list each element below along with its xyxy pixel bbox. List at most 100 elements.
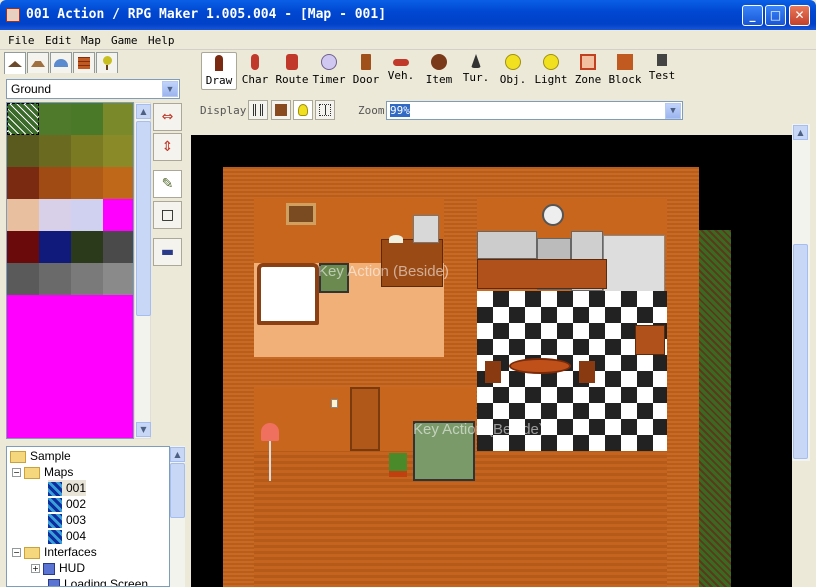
minimize-button[interactable]: _ xyxy=(742,5,763,26)
eraser-icon[interactable]: ▬ xyxy=(153,238,182,266)
computer xyxy=(413,215,439,243)
close-button[interactable]: ✕ xyxy=(789,5,810,26)
chair xyxy=(579,361,595,383)
tile[interactable] xyxy=(7,231,39,263)
tile[interactable] xyxy=(39,103,71,135)
terrain-icon[interactable] xyxy=(271,100,291,120)
tool-test[interactable]: Test xyxy=(646,52,678,90)
tile[interactable] xyxy=(39,135,71,167)
chevron-down-icon[interactable]: ▼ xyxy=(665,103,681,119)
tool-timer[interactable]: Timer xyxy=(312,52,346,90)
scroll-up-arrow-icon[interactable]: ▲ xyxy=(793,125,808,140)
tile[interactable] xyxy=(103,231,133,263)
tree-maps-folder[interactable]: − Maps xyxy=(12,464,73,480)
key-action-label: Key Action (Beside) xyxy=(413,421,544,438)
tile[interactable] xyxy=(71,199,103,231)
tree-map-item[interactable]: 002 xyxy=(48,496,86,512)
counter-wood xyxy=(477,259,607,289)
tile[interactable] xyxy=(103,263,133,295)
tile[interactable] xyxy=(7,263,39,295)
tile[interactable] xyxy=(39,199,71,231)
scroll-thumb[interactable] xyxy=(136,121,151,316)
tab-tree-icon[interactable] xyxy=(96,52,118,73)
tile[interactable] xyxy=(39,231,71,263)
tab-terrain-icon[interactable] xyxy=(27,52,49,73)
film-icon[interactable] xyxy=(248,100,268,120)
flip-horizontal-icon[interactable]: ⇔ xyxy=(153,103,182,131)
zoom-select[interactable]: 99% ▼ xyxy=(386,101,683,120)
tile[interactable] xyxy=(103,199,133,231)
tile[interactable] xyxy=(71,263,103,295)
tool-door[interactable]: Door xyxy=(351,52,381,90)
pencil-icon[interactable]: ✎ xyxy=(153,170,182,198)
tile[interactable] xyxy=(103,167,133,199)
tool-draw[interactable]: Draw xyxy=(201,52,237,90)
tab-wall-icon[interactable] xyxy=(73,52,95,73)
tile[interactable] xyxy=(71,135,103,167)
tile[interactable] xyxy=(71,103,103,135)
tile[interactable] xyxy=(7,135,39,167)
tool-object[interactable]: Obj. xyxy=(498,52,528,90)
tool-turret[interactable]: Tur. xyxy=(461,52,491,90)
tile-layer-select[interactable]: Ground ▼ xyxy=(6,79,180,99)
tile[interactable] xyxy=(71,231,103,263)
menu-bar: File Edit Map Game Help xyxy=(0,30,816,50)
tool-item[interactable]: Item xyxy=(424,52,454,90)
scroll-up-arrow-icon[interactable]: ▲ xyxy=(136,104,151,119)
menu-game[interactable]: Game xyxy=(111,34,138,47)
menu-map[interactable]: Map xyxy=(81,34,101,47)
turret-icon xyxy=(471,54,481,68)
tree-map-item[interactable]: 004 xyxy=(48,528,86,544)
tree-interfaces-folder[interactable]: − Interfaces xyxy=(12,544,97,560)
app-icon[interactable] xyxy=(6,8,20,22)
menu-help[interactable]: Help xyxy=(148,34,175,47)
map-canvas[interactable]: Key Action (Beside) Key Action (Beside) xyxy=(191,135,792,587)
scroll-down-arrow-icon[interactable]: ▼ xyxy=(136,422,151,437)
tree-map-item[interactable]: 003 xyxy=(48,512,86,528)
menu-edit[interactable]: Edit xyxy=(45,34,72,47)
tile-layer-value: Ground xyxy=(11,82,52,96)
maximize-button[interactable]: □ xyxy=(765,5,786,26)
tool-vehicle[interactable]: Veh. xyxy=(386,52,416,90)
lightbulb-icon[interactable] xyxy=(293,100,313,120)
menu-file[interactable]: File xyxy=(8,34,35,47)
tree-hud-item[interactable]: + HUD xyxy=(31,560,85,576)
scroll-thumb[interactable] xyxy=(170,463,185,518)
scroll-thumb[interactable] xyxy=(793,244,808,459)
map-icon xyxy=(48,497,62,512)
collapse-icon[interactable]: − xyxy=(12,548,21,558)
tile[interactable] xyxy=(7,199,39,231)
flip-vertical-icon[interactable]: ⇕ xyxy=(153,133,182,161)
tab-water-icon[interactable] xyxy=(50,52,72,73)
desk-lamp xyxy=(389,235,403,243)
dining-table xyxy=(509,358,571,374)
rectangle-icon[interactable]: □ xyxy=(153,201,182,229)
tile[interactable] xyxy=(103,135,133,167)
tab-ground-icon[interactable] xyxy=(4,52,26,74)
tree-root[interactable]: Sample xyxy=(10,448,71,464)
map-scrollbar[interactable]: ▲ xyxy=(792,124,810,461)
tool-light[interactable]: Light xyxy=(534,52,568,90)
tool-zone[interactable]: Zone xyxy=(573,52,603,90)
tree-map-item[interactable]: 001 xyxy=(48,480,87,496)
collapse-icon[interactable]: − xyxy=(12,468,21,478)
tree-scrollbar[interactable]: ▲ xyxy=(170,446,185,587)
tree-loading-item[interactable]: Loading Screen xyxy=(48,576,148,586)
tile-selected[interactable] xyxy=(7,103,39,135)
tool-char[interactable]: Char xyxy=(240,52,270,90)
scroll-up-arrow-icon[interactable]: ▲ xyxy=(170,447,185,462)
palette-scrollbar[interactable]: ▲ ▼ xyxy=(134,102,151,439)
tile-palette[interactable] xyxy=(6,102,134,439)
tile[interactable] xyxy=(39,263,71,295)
tile[interactable] xyxy=(39,167,71,199)
grid-icon[interactable] xyxy=(315,100,335,120)
expand-icon[interactable]: + xyxy=(31,564,40,574)
project-tree[interactable]: Sample − Maps 001 002 003 004 − Interfaces… xyxy=(6,446,170,587)
chevron-down-icon[interactable]: ▼ xyxy=(162,81,178,97)
title-bar[interactable]: 001 Action / RPG Maker 1.005.004 - [Map … xyxy=(0,0,816,30)
tile[interactable] xyxy=(103,103,133,135)
tool-route[interactable]: Route xyxy=(274,52,310,90)
tool-block[interactable]: Block xyxy=(608,52,642,90)
tile[interactable] xyxy=(7,167,39,199)
tile[interactable] xyxy=(71,167,103,199)
